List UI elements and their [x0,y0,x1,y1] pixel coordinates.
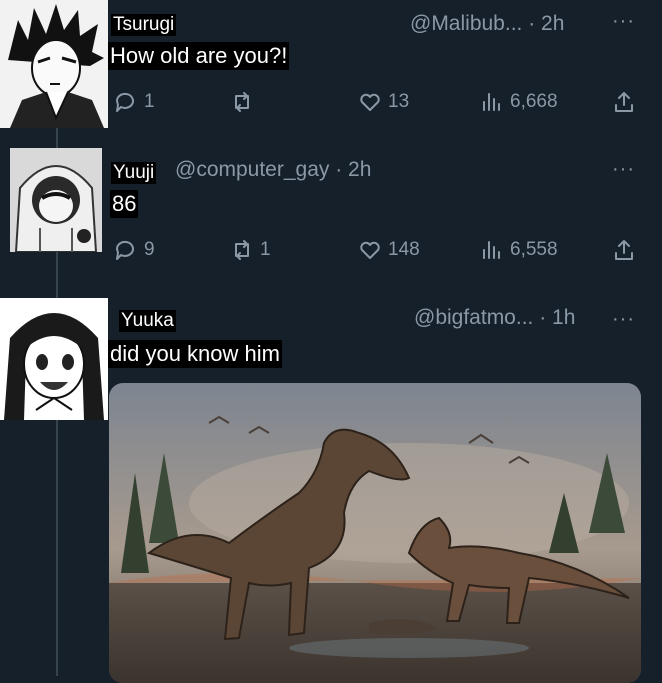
reply-button[interactable]: 9 [114,238,155,262]
views-icon [483,241,500,259]
avatar[interactable] [0,298,108,420]
retweet-button[interactable] [230,90,260,114]
heart-icon [360,241,380,259]
like-count: 148 [388,239,420,260]
heart-icon [360,93,380,111]
avatar-image [10,148,102,252]
views-count: 6,668 [510,91,558,112]
like-button[interactable]: 148 [358,238,420,262]
avatar-image [0,0,108,128]
views-button[interactable]: 6,558 [480,238,558,262]
more-icon[interactable]: ··· [612,159,635,179]
reply-button[interactable]: 1 [114,90,155,114]
tweet-text: 86 [110,190,139,218]
retweet-count: 1 [260,239,271,260]
handle-timestamp[interactable]: @Malibub... · 2h [410,12,564,36]
views-count: 6,558 [510,239,558,260]
more-icon[interactable]: ··· [612,11,635,31]
views-button[interactable]: 6,668 [480,90,558,114]
reply-icon [115,240,134,260]
reply-count: 9 [144,239,155,260]
display-name[interactable]: Yuuka [119,310,176,332]
like-count: 13 [388,91,410,112]
views-icon [483,93,500,111]
share-icon [615,92,633,112]
retweet-icon [235,92,249,112]
display-name[interactable]: Tsurugi [111,14,177,36]
more-icon[interactable]: ··· [612,309,635,329]
reply-count: 1 [144,91,155,112]
tweet-media-image[interactable] [109,383,641,683]
avatar-image [0,298,108,420]
retweet-button[interactable]: 1 [230,238,271,262]
tweet-text: How old are you?! [108,42,290,70]
like-button[interactable]: 13 [358,90,409,114]
tweet-text: did you know him [108,340,282,368]
avatar[interactable] [0,0,108,128]
handle-timestamp[interactable]: @computer_gay · 2h [175,158,371,182]
reply-icon [115,92,134,112]
handle-timestamp[interactable]: @bigfatmo... · 1h [414,306,575,330]
display-name[interactable]: Yuuji [111,162,157,184]
share-icon [615,240,633,260]
retweet-icon [235,240,249,260]
share-button[interactable] [612,90,636,114]
dinosaur-scene-image [109,383,641,683]
avatar[interactable] [10,148,102,252]
share-button[interactable] [612,238,636,262]
